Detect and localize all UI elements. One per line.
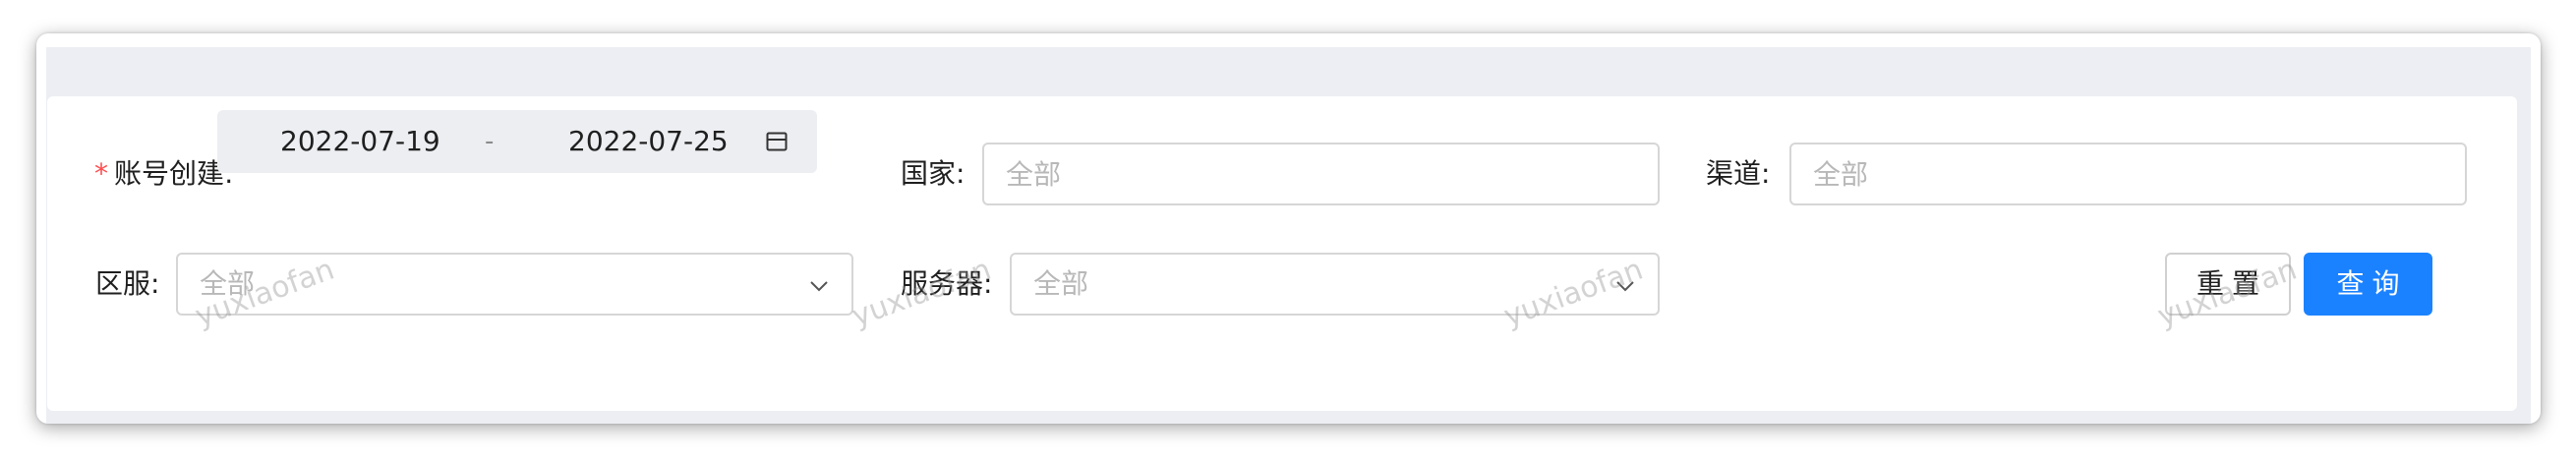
account-created-label-text: 账号创建: [114,157,234,190]
server-select[interactable]: 全部 [1010,253,1660,316]
server-label: 服务器: [901,267,993,300]
country-label: 国家: [901,157,966,190]
app-window [36,33,2541,424]
country-input[interactable] [982,143,1660,205]
query-button[interactable]: 查询 [2304,253,2432,316]
account-created-date-range[interactable]: 2022-07-19 - 2022-07-25 [217,110,817,173]
account-created-label: * 账号创建: [94,159,233,189]
chevron-down-icon [1616,281,1634,292]
channel-input[interactable] [1789,143,2467,205]
region-label: 区服: [95,267,160,300]
server-select-placeholder: 全部 [1033,267,1089,300]
calendar-icon[interactable] [765,130,789,153]
region-select-placeholder: 全部 [200,267,256,300]
channel-label: 渠道: [1706,157,1771,190]
reset-button[interactable]: 重置 [2165,253,2291,316]
range-separator: - [485,127,495,156]
range-start-date[interactable]: 2022-07-19 [280,127,440,156]
range-end-date[interactable]: 2022-07-25 [568,127,729,156]
region-select[interactable]: 全部 [176,253,853,316]
chevron-down-icon [810,281,828,292]
required-mark: * [94,157,108,190]
